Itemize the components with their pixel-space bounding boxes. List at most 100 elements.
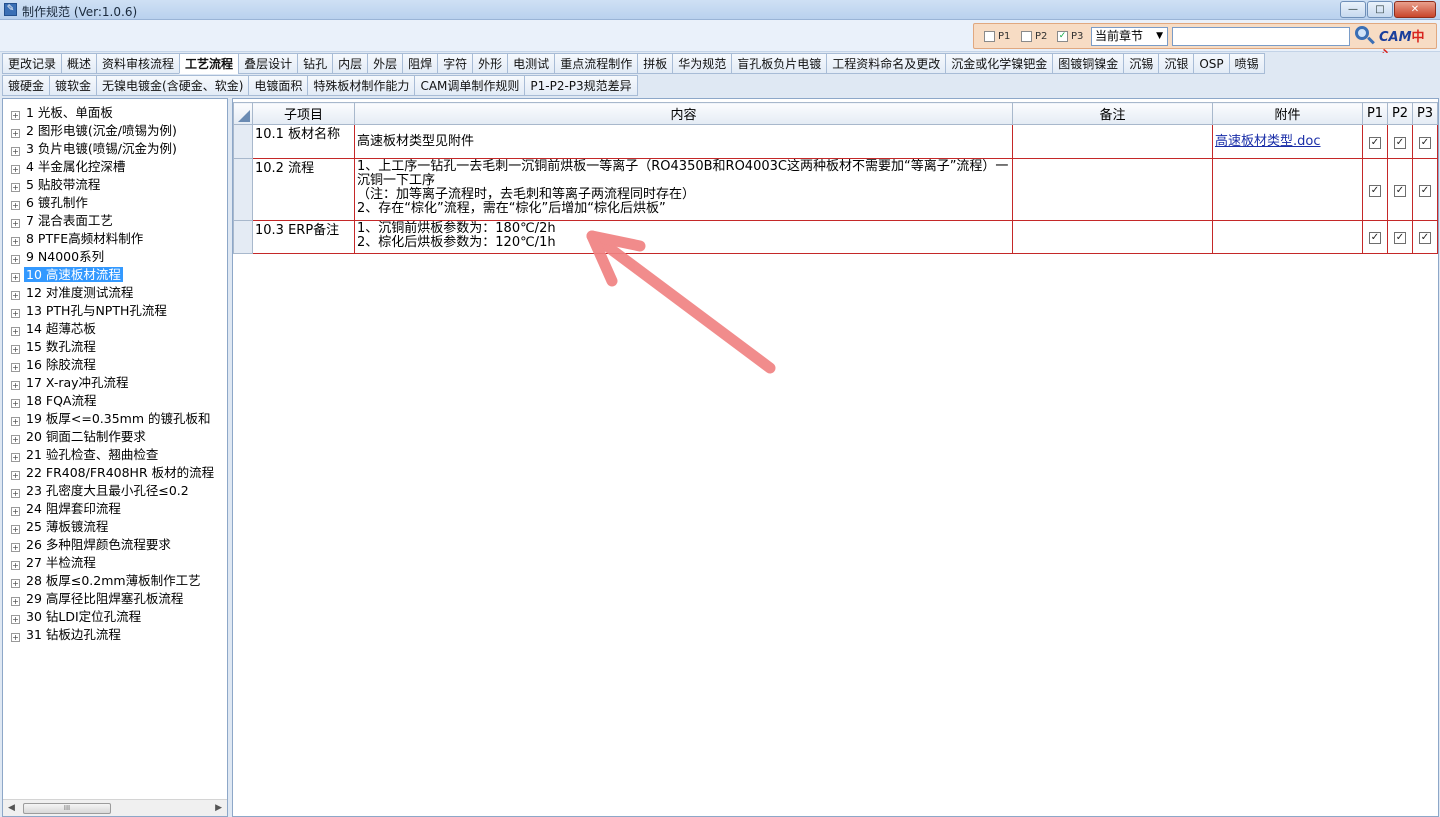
tab-r2-5[interactable]: CAM调单制作规则 [414,75,525,96]
expand-plus-icon[interactable]: + [11,471,20,480]
tree-item[interactable]: +4 半金属化控深槽 [3,158,227,176]
tree-item[interactable]: +24 阻焊套印流程 [3,500,227,518]
tab-r2-4[interactable]: 特殊板材制作能力 [307,75,415,96]
tree-item[interactable]: +17 X-ray冲孔流程 [3,374,227,392]
tab-r1-16[interactable]: 工程资料命名及更改 [826,53,946,74]
expand-plus-icon[interactable]: + [11,381,20,390]
tab-r1-2[interactable]: 资料审核流程 [96,53,180,74]
expand-plus-icon[interactable]: + [11,525,20,534]
p1-checkbox[interactable]: ✓ [1369,184,1381,197]
tab-r1-18[interactable]: 图镀铜镍金 [1052,53,1124,74]
expand-plus-icon[interactable]: + [11,327,20,336]
tab-r1-17[interactable]: 沉金或化学镍钯金 [945,53,1053,74]
tree-item[interactable]: +8 PTFE高频材料制作 [3,230,227,248]
tab-r1-20[interactable]: 沉银 [1158,53,1194,74]
expand-plus-icon[interactable]: + [11,147,20,156]
tab-r1-6[interactable]: 内层 [332,53,368,74]
close-button[interactable]: ✕ [1394,1,1436,18]
expand-plus-icon[interactable]: + [11,417,20,426]
tab-r1-1[interactable]: 概述 [61,53,97,74]
tab-r1-8[interactable]: 阻焊 [402,53,438,74]
tab-r1-5[interactable]: 钻孔 [297,53,333,74]
tab-r2-0[interactable]: 镀硬金 [2,75,50,96]
maximize-button[interactable]: □ [1367,1,1393,18]
expand-plus-icon[interactable]: + [11,345,20,354]
tree-item[interactable]: +25 薄板镀流程 [3,518,227,536]
attachment-link[interactable]: 高速板材类型.doc [1215,134,1321,149]
p3-checkbox[interactable]: ✓ [1419,136,1431,149]
cell-content[interactable]: 1、上工序一钻孔一去毛刺一沉铜前烘板一等离子（RO4350B和RO4003C这两… [354,158,1013,221]
table-corner[interactable] [233,102,253,125]
cell-attach[interactable] [1212,158,1363,221]
expand-plus-icon[interactable]: + [11,615,20,624]
expand-plus-icon[interactable]: + [11,309,20,318]
tree-item[interactable]: +29 高厚径比阻焊塞孔板流程 [3,590,227,608]
tab-r1-15[interactable]: 盲孔板负片电镀 [731,53,827,74]
tree-item[interactable]: +15 数孔流程 [3,338,227,356]
expand-plus-icon[interactable]: + [11,453,20,462]
expand-plus-icon[interactable]: + [11,633,20,642]
cell-attach[interactable]: 高速板材类型.doc [1212,124,1363,159]
header-p1[interactable]: P1 [1362,102,1388,125]
expand-plus-icon[interactable]: + [11,201,20,210]
tree-item[interactable]: +9 N4000系列 [3,248,227,266]
tab-r2-2[interactable]: 无镍电镀金(含硬金、软金) [96,75,249,96]
expand-plus-icon[interactable]: + [11,237,20,246]
expand-plus-icon[interactable]: + [11,399,20,408]
p1-filter[interactable]: P1 [984,31,1010,42]
expand-plus-icon[interactable]: + [11,219,20,228]
tab-r1-14[interactable]: 华为规范 [672,53,732,74]
cell-content[interactable]: 1、沉铜前烘板参数为：180℃/2h 2、棕化后烘板参数为：120℃/1h [354,220,1013,254]
expand-plus-icon[interactable]: + [11,363,20,372]
row-header[interactable] [233,220,253,254]
tab-r1-4[interactable]: 叠层设计 [238,53,298,74]
tree-item[interactable]: +1 光板、单面板 [3,104,227,122]
tab-r1-12[interactable]: 重点流程制作 [554,53,638,74]
header-content[interactable]: 内容 [354,102,1013,125]
cell-note[interactable] [1012,220,1213,254]
tree-item[interactable]: +12 对准度测试流程 [3,284,227,302]
p3-filter[interactable]: ✓ P3 [1057,31,1083,42]
expand-plus-icon[interactable]: + [11,561,20,570]
tab-r1-10[interactable]: 外形 [472,53,508,74]
cell-sub[interactable]: 10.1 板材名称 [252,124,355,159]
table-row[interactable]: 10.2 流程 1、上工序一钻孔一去毛刺一沉铜前烘板一等离子（RO4350B和RO… [233,158,1438,221]
tree-horizontal-scrollbar[interactable]: ◀ III ▶ [3,799,227,816]
cell-sub[interactable]: 10.3 ERP备注 [252,220,355,254]
tree-item[interactable]: +2 图形电镀(沉金/喷锡为例) [3,122,227,140]
tree-item[interactable]: +31 钻板边孔流程 [3,626,227,644]
tree-item[interactable]: +21 验孔检查、翘曲检查 [3,446,227,464]
p2-checkbox[interactable]: ✓ [1394,184,1406,197]
row-header[interactable] [233,124,253,159]
p1-checkbox[interactable]: ✓ [1369,232,1381,244]
chapter-select[interactable]: 当前章节 ▼ [1091,27,1168,46]
cell-note[interactable] [1012,124,1213,159]
row-header[interactable] [233,158,253,221]
p2-filter[interactable]: P2 [1021,31,1047,42]
chapter-tree[interactable]: +1 光板、单面板 +2 图形电镀(沉金/喷锡为例) +3 负片电镀(喷锡/沉金为例… [2,98,228,817]
tree-item[interactable]: +19 板厚<=0.35mm 的镀孔板和 [3,410,227,428]
tree-item[interactable]: +16 除胶流程 [3,356,227,374]
cell-note[interactable] [1012,158,1213,221]
cell-attach[interactable] [1212,220,1363,254]
p2-checkbox[interactable]: ✓ [1394,232,1406,244]
search-button[interactable] [1353,25,1375,47]
expand-plus-icon[interactable]: + [11,291,20,300]
tree-item[interactable]: +26 多种阻焊颜色流程要求 [3,536,227,554]
tab-r1-7[interactable]: 外层 [367,53,403,74]
tree-item[interactable]: +23 孔密度大且最小孔径≤0.2 [3,482,227,500]
tab-r1-13[interactable]: 拼板 [637,53,673,74]
tree-item[interactable]: +6 镀孔制作 [3,194,227,212]
tree-item[interactable]: +22 FR408/FR408HR 板材的流程 [3,464,227,482]
expand-plus-icon[interactable]: + [11,111,20,120]
header-p3[interactable]: P3 [1412,102,1438,125]
header-p2[interactable]: P2 [1387,102,1413,125]
tab-r1-11[interactable]: 电测试 [507,53,555,74]
expand-plus-icon[interactable]: + [11,273,20,282]
table-row[interactable]: 10.3 ERP备注 1、沉铜前烘板参数为：180℃/2h 2、棕化后烘板参数为：1… [233,220,1438,254]
tree-item[interactable]: +13 PTH孔与NPTH孔流程 [3,302,227,320]
expand-plus-icon[interactable]: + [11,543,20,552]
expand-plus-icon[interactable]: + [11,129,20,138]
table-row[interactable]: 10.1 板材名称 高速板材类型见附件 高速板材类型.doc ✓ ✓ ✓ [233,124,1438,159]
tree-item[interactable]: +30 钻LDI定位孔流程 [3,608,227,626]
